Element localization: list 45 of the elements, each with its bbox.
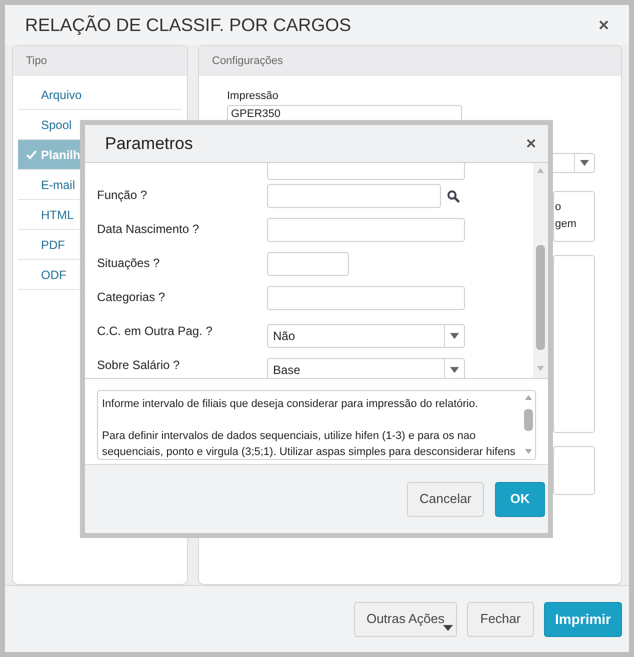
type-label: ODF bbox=[41, 266, 66, 284]
caret-icon bbox=[580, 160, 589, 166]
input-field[interactable] bbox=[267, 218, 465, 242]
panel-title: Configurações bbox=[212, 54, 283, 69]
window-title: RELAÇÃO DE CLASSIF. POR CARGOS bbox=[25, 14, 352, 37]
type-label: PDF bbox=[41, 236, 65, 254]
type-label: Arquivo bbox=[41, 86, 82, 104]
panel-title: Tipo bbox=[26, 54, 47, 69]
input-field[interactable] bbox=[267, 184, 441, 208]
input-field[interactable] bbox=[267, 286, 465, 310]
type-option[interactable]: Arquivo bbox=[18, 80, 182, 110]
help-text-area[interactable] bbox=[97, 390, 536, 460]
button[interactable]: Cancelar bbox=[407, 482, 484, 516]
select-field[interactable]: Não bbox=[267, 324, 465, 348]
search-icon[interactable] bbox=[447, 190, 460, 202]
button[interactable]: Fechar bbox=[467, 602, 534, 636]
select-value: Não bbox=[272, 328, 296, 345]
check-icon bbox=[26, 150, 37, 160]
select-value: Base bbox=[272, 362, 302, 378]
menu-button[interactable]: Outras Ações bbox=[354, 602, 457, 636]
field-label: Sobre Salário ? bbox=[97, 357, 181, 374]
field-label: C.C. em Outra Pag. ? bbox=[97, 323, 214, 340]
option-text: o bbox=[555, 200, 562, 215]
field-label: Categorias ? bbox=[97, 289, 166, 306]
field-label: Situações ? bbox=[97, 255, 161, 272]
type-label: Planilh bbox=[41, 146, 80, 164]
close-button[interactable]: × bbox=[598, 12, 609, 38]
help-text: Para definir intervalos de dados sequenciais, utilize hifen (1-3) e para os nao sequenciais, ponto e virgula (3;5;1). Utilizar aspas simples para desconsiderar hifens bbox=[102, 429, 516, 459]
caret-icon bbox=[450, 367, 459, 373]
option-text: gem bbox=[555, 217, 578, 232]
type-label: Spool bbox=[41, 116, 72, 134]
close-button[interactable]: × bbox=[526, 130, 536, 156]
field-label: Função ? bbox=[97, 187, 148, 204]
field-label: Impressão bbox=[227, 89, 280, 104]
type-label: HTML bbox=[41, 206, 74, 224]
field-label: Data Nascimento ? bbox=[97, 221, 200, 238]
caret-icon bbox=[443, 624, 453, 630]
help-text: Informe intervalo de filiais que deseja considerar para impressão do relatório. bbox=[102, 397, 480, 412]
caret-icon bbox=[450, 333, 459, 339]
scrollbar[interactable] bbox=[533, 163, 548, 378]
input-field[interactable] bbox=[267, 163, 465, 180]
type-label: E-mail bbox=[41, 176, 76, 194]
input-field[interactable] bbox=[267, 252, 349, 276]
select-field[interactable]: Base bbox=[267, 358, 465, 378]
dialog-title: Parametros bbox=[105, 132, 193, 155]
